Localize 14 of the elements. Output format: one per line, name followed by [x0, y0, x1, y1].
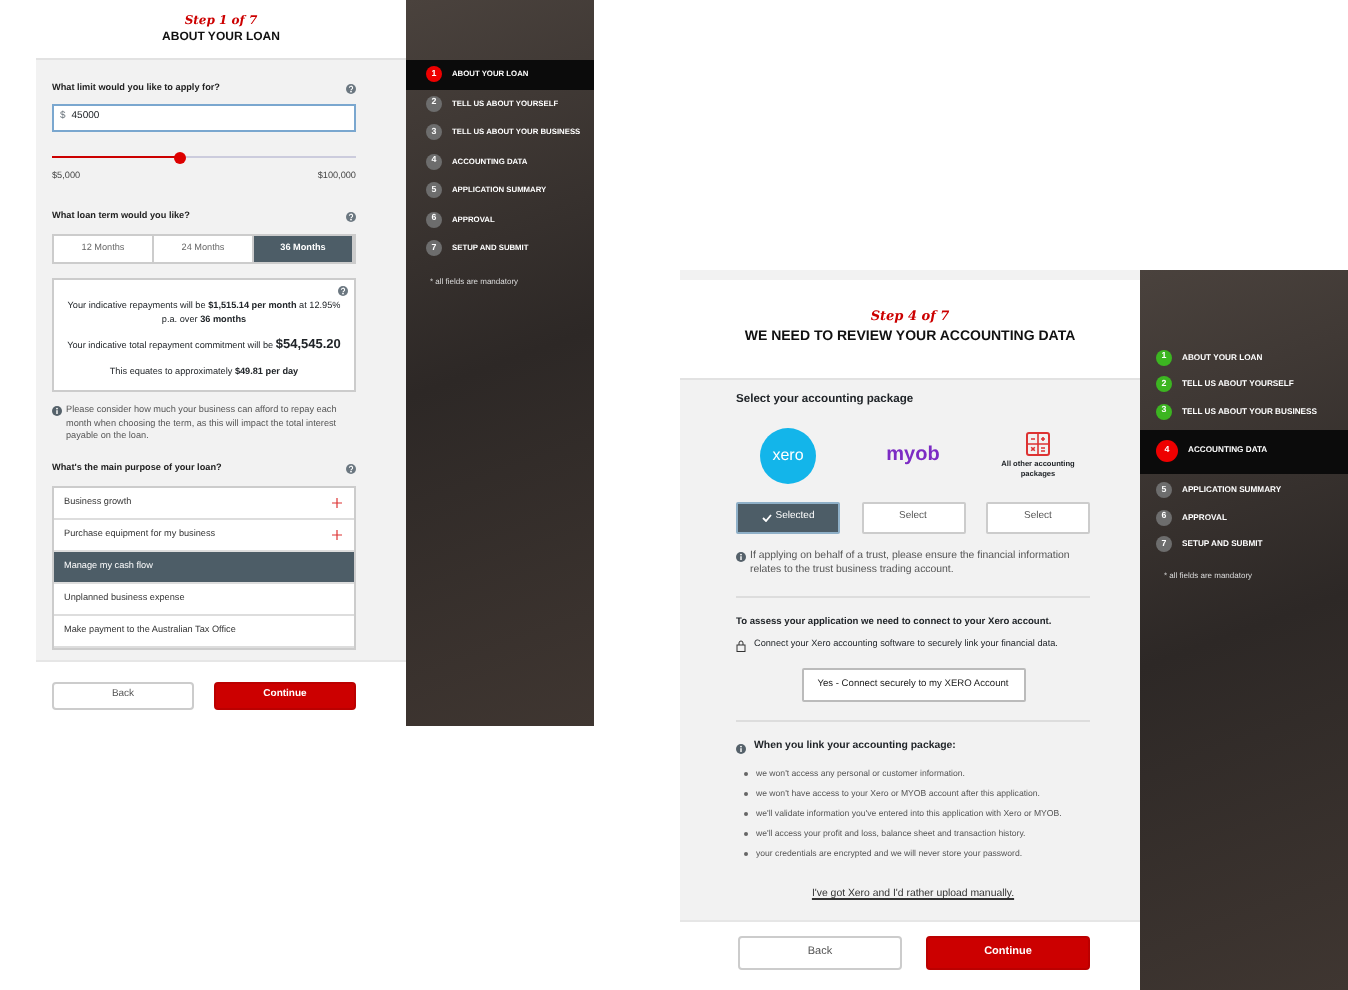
info-icon — [736, 743, 746, 754]
lock-icon — [736, 639, 746, 652]
calculator-icon — [1026, 432, 1050, 457]
xero-logo: xero — [760, 427, 816, 484]
help-icon — [346, 464, 356, 475]
myob-logo: myob — [886, 442, 940, 471]
help-icon — [346, 83, 356, 94]
help-icon — [346, 211, 356, 222]
help-icon — [338, 285, 348, 296]
check-icon — [761, 513, 772, 522]
slider-thumb[interactable] — [173, 151, 186, 164]
info-icon — [736, 551, 746, 562]
info-icon — [52, 406, 62, 417]
limit-slider[interactable] — [52, 151, 356, 164]
